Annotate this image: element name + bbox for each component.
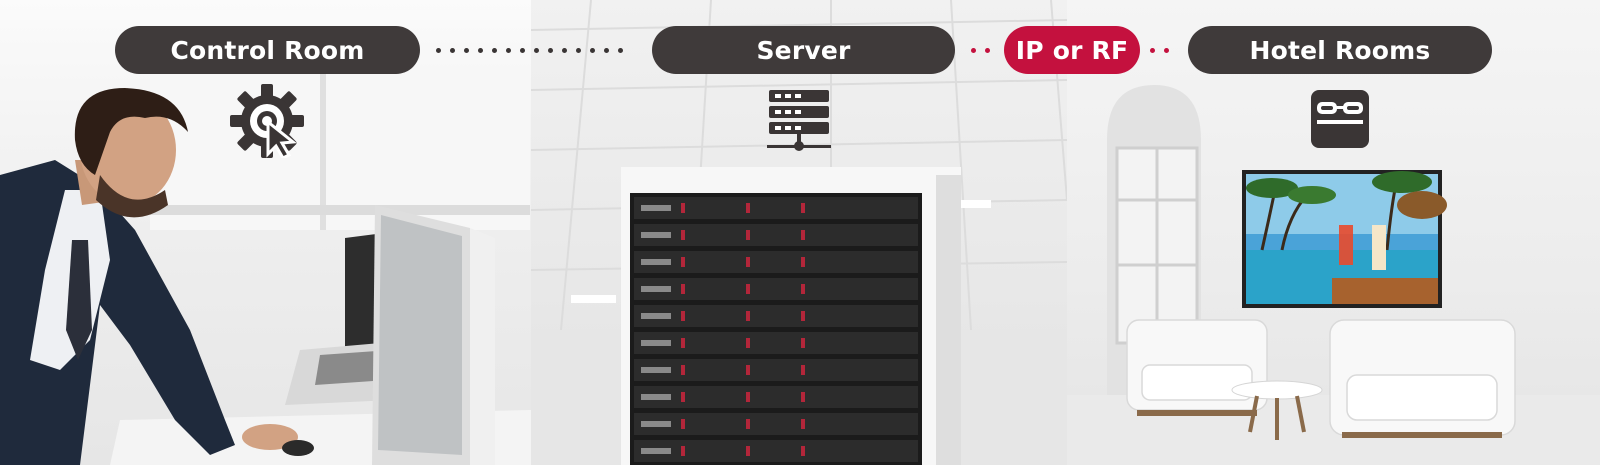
bed-icon — [1309, 88, 1371, 150]
connector-server-ip — [971, 47, 990, 53]
connector-ip-hotel — [1150, 47, 1169, 53]
ip-or-rf-label: IP or RF — [1004, 26, 1140, 74]
connector-control-server — [436, 47, 623, 53]
gear-cursor-icon — [230, 84, 304, 160]
hotel-rooms-label: Hotel Rooms — [1188, 26, 1492, 74]
server-label: Server — [652, 26, 955, 74]
server-stack-icon — [767, 88, 831, 154]
control-room-label: Control Room — [115, 26, 420, 74]
